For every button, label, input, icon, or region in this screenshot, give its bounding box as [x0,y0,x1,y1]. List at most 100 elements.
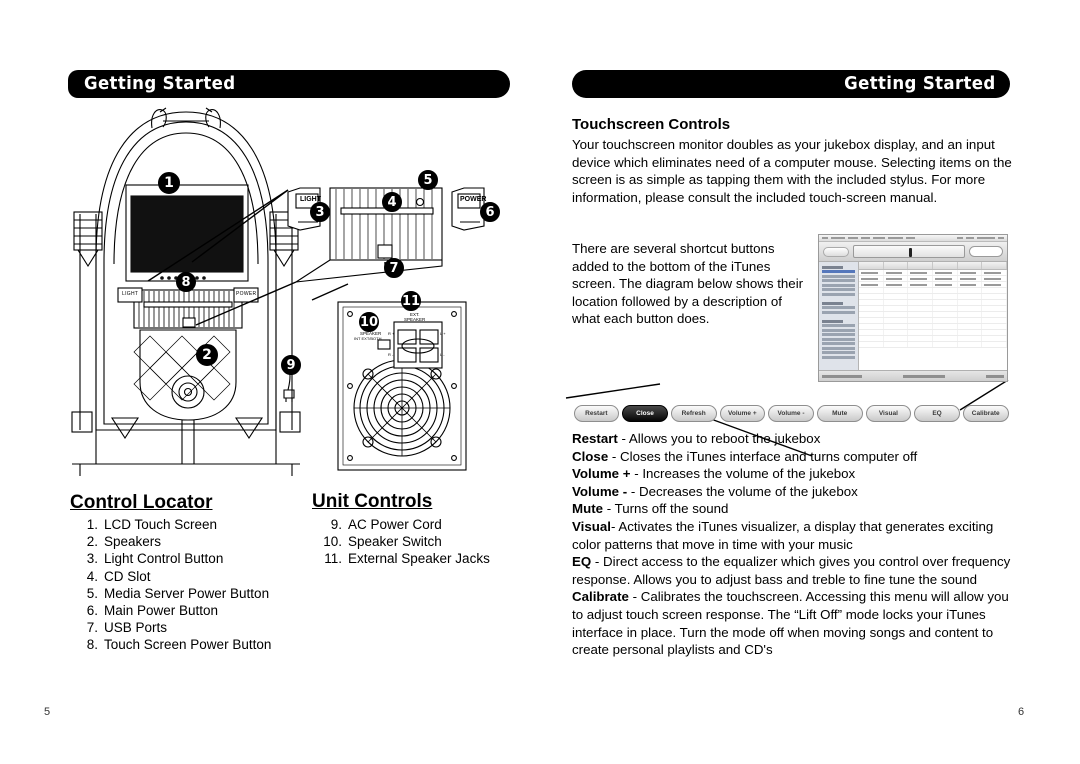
list-item: 8. Touch Screen Power Button [78,636,272,653]
definition-visual: Visual- Activates the iTunes visualizer,… [572,518,1012,553]
list-item-number: 2. [86,534,98,550]
terminal-r-minus-label: R - [388,352,394,357]
banner-right: Getting Started [572,70,1010,98]
definition-text: - Allows you to reboot the jukebox [617,431,821,446]
callout-3: 3 [310,202,330,222]
definition-volume-down: Volume - - Decreases the volume of the j… [572,483,1012,501]
list-item-label: Media Server Power Button [104,585,270,601]
definition-text: - Calibrates the touchscreen. Accessing … [572,589,1009,658]
definition-term: Calibrate [572,589,629,605]
callout-5: 5 [418,170,438,190]
list-item-label: AC Power Cord [348,517,442,532]
list-item-number: 8. [86,637,98,653]
itunes-search-field [969,246,1003,257]
list-item-number: 5. [86,585,98,601]
itunes-toolbar [819,242,1007,262]
button-visual[interactable]: Visual [865,404,912,422]
terminal-l-plus-label: L + [440,331,446,336]
callout-2: 2 [196,344,218,366]
unit-controls-heading: Unit Controls [312,491,433,512]
list-item-label: External Speaker Jacks [348,551,490,567]
definition-text: - Turns off the sound [603,501,729,517]
definition-term: Volume - [572,483,628,499]
banner-left: Getting Started [68,70,510,98]
callout-6: 6 [480,202,500,222]
itunes-transport-controls [823,246,849,257]
list-item-number: 9. [330,517,342,532]
button-mute[interactable]: Mute [816,404,863,422]
control-locator-heading: Control Locator [70,492,213,513]
definition-restart: Restart - Allows you to reboot the jukeb… [572,430,1012,448]
itunes-shortcut-button-strip: Restart Close Refresh Volume + Volume - … [572,402,1010,424]
list-item-label: Speaker Switch [348,534,442,550]
terminal-r-plus-label: R + [388,331,395,336]
list-item-label: Main Power Button [104,603,219,619]
definition-text: - Increases the volume of the jukebox [630,466,856,482]
light-button-label: LIGHT [122,291,139,297]
button-close[interactable]: Close [622,404,668,422]
list-item-label: LCD Touch Screen [104,517,218,532]
itunes-status-bar [819,370,1007,381]
definition-text: - Direct access to the equalizer which g… [572,554,1011,587]
definition-eq: EQ - Direct access to the equalizer whic… [572,553,1012,588]
banner-left-text: Getting Started [84,73,236,94]
list-item-number: 11. [324,551,342,567]
list-item: 6. Main Power Button [78,602,271,619]
speaker-switch-sublabel: INT EXT/BOTH [354,336,382,341]
list-item: 1. LCD Touch Screen [78,516,271,533]
itunes-display-panel [853,245,965,258]
page-number-left: 5 [44,706,51,718]
list-item: 9. AC Power Cord [318,516,490,533]
callout-11: 11 [401,291,421,311]
definition-term: Visual [572,518,611,534]
list-item: 10. Speaker Switch [318,533,490,550]
list-item-label: USB Ports [104,620,168,636]
button-refresh[interactable]: Refresh [670,404,717,422]
definition-text: - Decreases the volume of the jukebox [627,483,858,499]
button-calibrate[interactable]: Calibrate [962,404,1009,422]
intro-paragraph: Your touchscreen monitor doubles as your… [572,137,1012,205]
terminal-l-minus-label: L - [440,352,445,357]
itunes-body [819,262,1007,370]
itunes-menubar [819,235,1007,242]
definition-volume-up: Volume + - Increases the volume of the j… [572,465,1012,483]
button-volume-up[interactable]: Volume + [719,404,766,422]
button-volume-down[interactable]: Volume - [768,404,814,422]
power-panel-label: POWER [460,196,487,203]
list-item-number: 4. [86,568,98,584]
list-item: 4. CD Slot [78,568,271,585]
table-row [859,342,1007,348]
control-locator-list: 1. LCD Touch Screen 2. Speakers 3. Light Co… [78,516,272,654]
list-item-number: 1. [86,517,98,532]
banner-right-text: Getting Started [844,73,996,94]
list-item-number: 7. [86,620,98,636]
list-item: 5. Media Server Power Button [78,585,271,602]
definition-term: Restart [572,431,618,446]
itunes-source-sidebar [819,262,859,370]
definition-calibrate: Calibrate - Calibrates the touchscreen. … [572,588,1012,658]
list-item-number: 10. [323,534,342,550]
touchscreen-controls-heading: Touchscreen Controls [572,116,731,133]
shortcut-buttons-paragraph: There are several shortcut buttons added… [572,241,804,327]
page-number-right: 6 [1018,706,1025,718]
list-item: 11. External Speaker Jacks [318,550,490,567]
definition-term: Volume + [572,466,631,482]
manual-page-spread: Getting Started Getting Started 1 2 3 4 … [0,0,1080,764]
button-eq[interactable]: EQ [914,404,960,422]
definition-term: Close [572,448,609,464]
list-item-label: Touch Screen Power Button [104,637,272,653]
list-item-number: 6. [86,603,98,619]
definition-term: EQ [572,554,592,570]
definition-term: Mute [572,501,604,517]
definition-mute: Mute - Turns off the sound [572,500,1012,518]
definition-close: Close - Closes the iTunes interface and … [572,448,1012,466]
list-item-number: 3. [86,551,98,567]
unit-controls-list: 9. AC Power Cord 10. Speaker Switch 11. Ext… [318,516,490,568]
definition-text: - Activates the iTunes visualizer, a dis… [572,518,994,552]
callout-10: 10 [359,312,379,332]
callout-4: 4 [382,192,402,212]
definition-text: - Closes the iTunes interface and turns … [608,448,918,464]
button-restart[interactable]: Restart [573,404,620,422]
itunes-column-headers [859,262,1007,270]
itunes-window-screenshot [818,234,1008,382]
